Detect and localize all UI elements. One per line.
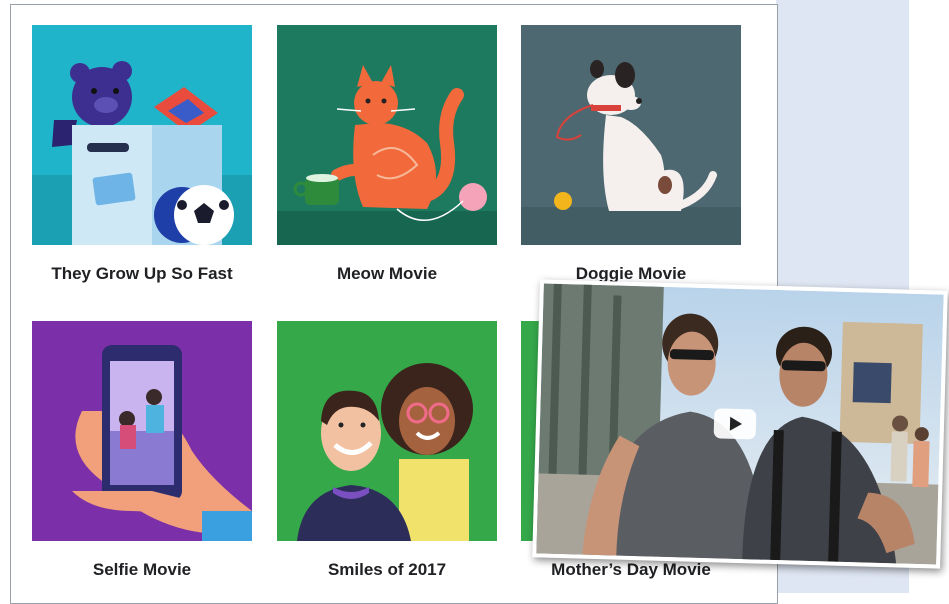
video-thumbnail[interactable] (532, 279, 948, 569)
movie-tile-smiles-of-2017[interactable] (277, 321, 497, 541)
movie-title: They Grow Up So Fast (51, 264, 233, 283)
phone-selfie-icon (32, 321, 252, 541)
movie-title: Selfie Movie (92, 560, 192, 579)
play-icon[interactable] (713, 408, 757, 440)
movie-title: Smiles of 2017 (327, 560, 447, 579)
movie-title: Mother’s Day Movie (551, 560, 711, 579)
movie-tile-doggie-movie[interactable] (521, 25, 741, 245)
dog-with-ball-icon (521, 25, 741, 245)
movie-title: Meow Movie (336, 264, 438, 283)
play-triangle (729, 416, 743, 432)
movie-tile-meow-movie[interactable] (277, 25, 497, 245)
movie-tile-selfie-movie[interactable] (32, 321, 252, 541)
smiling-couple-icon (277, 321, 497, 541)
cat-with-yarn-icon (277, 25, 497, 245)
movie-tile-they-grow-up-so-fast[interactable] (32, 25, 252, 245)
teddy-bear-toy-box-icon (32, 25, 252, 245)
